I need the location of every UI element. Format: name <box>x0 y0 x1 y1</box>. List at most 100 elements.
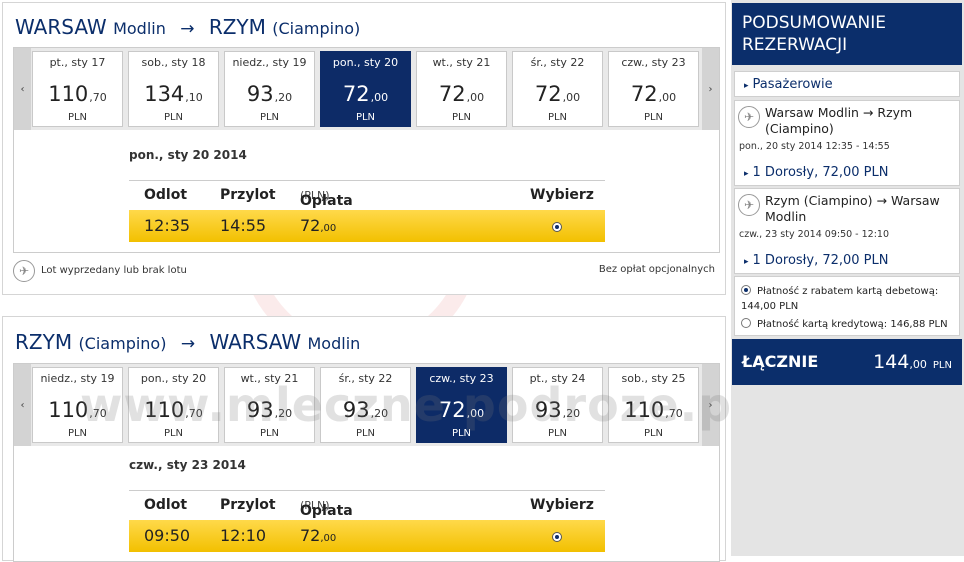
date-label: śr., sty 22 <box>338 372 393 385</box>
total-bar: ŁĄCZNIE 144,00 PLN <box>732 339 962 385</box>
date-price: 93,20 <box>342 398 389 422</box>
prev-dates-button[interactable]: ‹ <box>14 48 31 130</box>
date-label: niedz., sty 19 <box>40 372 115 385</box>
outbound-fare-toggle[interactable]: ▸ 1 Dorosły, 72,00 PLN <box>734 165 960 180</box>
date-price: 72,00 <box>438 398 485 422</box>
total-value: 144,00 PLN <box>873 351 952 373</box>
flight-table-header: Odlot Przylot Opłata za transport (PLN) … <box>129 180 605 241</box>
date-label: czw., sty 23 <box>429 372 494 385</box>
currency-label: PLN <box>67 428 88 439</box>
currency-label: PLN <box>163 112 184 123</box>
currency-label: PLN <box>547 112 568 123</box>
currency-label: PLN <box>259 112 280 123</box>
currency-label: PLN <box>67 112 88 123</box>
plane-icon: ✈ <box>738 106 760 128</box>
return-flight-table: Odlot Przylot Opłata za transport (PLN) … <box>129 490 605 552</box>
return-date-card[interactable]: wt., sty 21 93,20 PLN <box>224 367 315 443</box>
return-summary-route: Rzym (Ciampino) → Warsaw Modlin <box>765 193 940 224</box>
payment-debit-option[interactable]: Płatność z rabatem kartą debetową: 144,0… <box>741 284 951 314</box>
date-price: 72,00 <box>534 82 581 106</box>
outbound-date-card[interactable]: sob., sty 18 134,10 PLN <box>128 51 219 127</box>
date-label: pt., sty 17 <box>49 56 106 69</box>
arrive-time: 12:10 <box>220 526 267 545</box>
total-label: ŁĄCZNIE <box>742 352 819 371</box>
date-price: 93,20 <box>246 398 293 422</box>
outbound-date-card[interactable]: wt., sty 21 72,00 PLN <box>416 51 507 127</box>
date-price: 110,70 <box>624 398 683 422</box>
next-dates-button[interactable]: › <box>702 364 719 446</box>
date-price: 110,70 <box>48 82 107 106</box>
date-price: 72,00 <box>342 82 389 106</box>
outbound-date-card[interactable]: śr., sty 22 72,00 PLN <box>512 51 603 127</box>
outbound-flight-table: Odlot Przylot Opłata za transport (PLN) … <box>129 180 605 242</box>
outbound-summary-time: pon., 20 sty 2014 12:35 - 14:55 <box>739 141 890 152</box>
fare-price: 72,00 <box>300 216 337 235</box>
outbound-panel: WARSAW Modlin → RZYM (Ciampino) ‹ › pt.,… <box>2 2 726 295</box>
date-label: sob., sty 25 <box>621 372 686 385</box>
outbound-summary-route: Warsaw Modlin → Rzym (Ciampino) <box>765 105 913 136</box>
currency-label: PLN <box>259 428 280 439</box>
passengers-toggle[interactable]: ▸ Pasażerowie <box>734 77 960 92</box>
return-summary-time: czw., 23 sty 2014 09:50 - 12:10 <box>739 229 890 240</box>
chevron-right-icon: ▸ <box>744 81 749 91</box>
payment-credit-option[interactable]: Płatność kartą kredytową: 146,88 PLN <box>741 318 948 330</box>
date-price: 72,00 <box>630 82 677 106</box>
summary-title: PODSUMOWANIE REZERWACJI <box>732 3 962 65</box>
date-label: wt., sty 21 <box>432 56 491 69</box>
radio-icon <box>741 318 751 328</box>
date-price: 72,00 <box>438 82 485 106</box>
fees-note: Bez opłat opcjonalnych <box>598 264 715 275</box>
outbound-date-card[interactable]: czw., sty 23 72,00 PLN <box>608 51 699 127</box>
date-label: wt., sty 21 <box>240 372 299 385</box>
return-date-strip: ‹ › niedz., sty 19 110,70 PLN pon., sty 20 1… <box>13 363 720 562</box>
date-label: niedz., sty 19 <box>232 56 307 69</box>
fare-price: 72,00 <box>300 526 337 545</box>
currency-label: PLN <box>547 428 568 439</box>
date-price: 93,20 <box>534 398 581 422</box>
currency-label: PLN <box>163 428 184 439</box>
flight-table-header: Odlot Przylot Opłata za transport (PLN) … <box>129 490 605 551</box>
date-price: 134,10 <box>144 82 203 106</box>
booking-summary-sidebar: PODSUMOWANIE REZERWACJI ▸ Pasażerowie ✈ W… <box>731 0 964 556</box>
date-label: pon., sty 20 <box>332 56 399 69</box>
depart-time: 09:50 <box>144 526 191 545</box>
outbound-date-card[interactable]: pon., sty 20 72,00 PLN <box>320 51 411 127</box>
return-date-card[interactable]: niedz., sty 19 110,70 PLN <box>32 367 123 443</box>
outbound-route-title: WARSAW Modlin → RZYM (Ciampino) <box>15 15 361 39</box>
flight-select-radio[interactable] <box>552 532 562 542</box>
chevron-right-icon: ▸ <box>744 169 749 179</box>
return-date-card[interactable]: śr., sty 22 93,20 PLN <box>320 367 411 443</box>
outbound-flight-row[interactable]: 12:35 14:55 72,00 <box>129 210 605 242</box>
return-panel: RZYM (Ciampino) → WARSAW Modlin ‹ › nied… <box>2 316 726 562</box>
flight-select-radio[interactable] <box>552 222 562 232</box>
arrive-time: 14:55 <box>220 216 267 235</box>
return-route-title: RZYM (Ciampino) → WARSAW Modlin <box>15 330 361 354</box>
plane-icon: ✈ <box>13 260 35 282</box>
date-price: 110,70 <box>144 398 203 422</box>
outbound-date-card[interactable]: pt., sty 17 110,70 PLN <box>32 51 123 127</box>
currency-label: PLN <box>451 428 472 439</box>
currency-label: PLN <box>355 112 376 123</box>
date-label: czw., sty 23 <box>621 56 686 69</box>
return-date-card[interactable]: czw., sty 23 72,00 PLN <box>416 367 507 443</box>
plane-icon: ✈ <box>738 194 760 216</box>
chevron-right-icon: ▸ <box>744 257 749 267</box>
prev-dates-button[interactable]: ‹ <box>14 364 31 446</box>
currency-label: PLN <box>355 428 376 439</box>
date-label: pon., sty 20 <box>140 372 207 385</box>
outbound-selected-date: pon., sty 20 2014 <box>129 148 247 162</box>
return-flight-row[interactable]: 09:50 12:10 72,00 <box>129 520 605 552</box>
date-price: 93,20 <box>246 82 293 106</box>
radio-icon <box>741 285 751 295</box>
return-date-card[interactable]: pt., sty 24 93,20 PLN <box>512 367 603 443</box>
currency-label: PLN <box>643 428 664 439</box>
sold-out-legend: Lot wyprzedany lub brak lotu <box>41 265 187 276</box>
date-label: sob., sty 18 <box>141 56 206 69</box>
return-date-card[interactable]: sob., sty 25 110,70 PLN <box>608 367 699 443</box>
date-label: śr., sty 22 <box>530 56 585 69</box>
next-dates-button[interactable]: › <box>702 48 719 130</box>
outbound-date-card[interactable]: niedz., sty 19 93,20 PLN <box>224 51 315 127</box>
return-fare-toggle[interactable]: ▸ 1 Dorosły, 72,00 PLN <box>734 253 960 268</box>
outbound-date-strip: ‹ › pt., sty 17 110,70 PLN sob., sty 18 134,… <box>13 47 720 253</box>
return-date-card[interactable]: pon., sty 20 110,70 PLN <box>128 367 219 443</box>
